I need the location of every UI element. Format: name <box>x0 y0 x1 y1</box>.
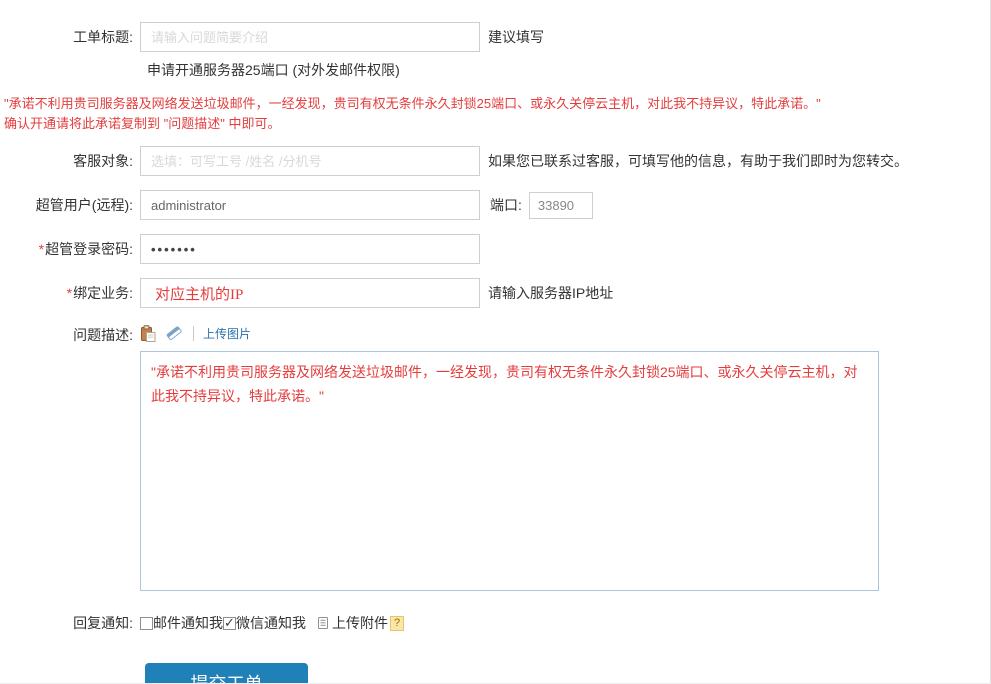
warning-line-1: "承诺不利用贵司服务器及网络发送垃圾邮件，一经发现，贵司有权无条件永久封锁25端… <box>4 94 990 114</box>
reply-notify-label: 回复通知: <box>0 613 140 633</box>
service-target-label: 客服对象: <box>0 151 140 171</box>
ticket-form-page: 工单标题: 建议填写 申请开通服务器25端口 (对外发邮件权限) "承诺不利用贵… <box>0 0 991 684</box>
ticket-title-row: 工单标题: 建议填写 <box>0 22 990 52</box>
attachment-list-icon <box>316 616 330 630</box>
description-toolbar: 上传图片 <box>140 322 879 344</box>
port-label: 端口: <box>490 195 522 215</box>
binding-business-hint: 请输入服务器IP地址 <box>488 283 613 303</box>
submit-ticket-button[interactable]: 提交工单 <box>145 663 308 684</box>
eraser-icon[interactable] <box>165 325 183 341</box>
service-target-hint: 如果您已联系过客服，可填写他的信息，有助于我们即时为您转交。 <box>488 151 908 171</box>
ticket-title-label: 工单标题: <box>0 27 140 47</box>
admin-password-input[interactable] <box>140 234 480 264</box>
paste-icon[interactable] <box>140 325 156 342</box>
upload-attachment-button[interactable]: 上传附件 ? <box>316 613 404 633</box>
wechat-notify-checkbox[interactable] <box>223 617 236 630</box>
required-asterisk: * <box>39 241 44 257</box>
email-notify-label: 邮件通知我 <box>153 613 223 633</box>
admin-password-label: *超管登录密码: <box>0 239 140 259</box>
admin-user-row: 超管用户(远程): 端口: <box>0 190 990 220</box>
warning-text: "承诺不利用贵司服务器及网络发送垃圾邮件，一经发现，贵司有权无条件永久封锁25端… <box>4 94 990 134</box>
help-icon[interactable]: ? <box>390 616 404 631</box>
service-target-row: 客服对象: 如果您已联系过客服，可填写他的信息，有助于我们即时为您转交。 <box>0 146 990 176</box>
reply-notify-row: 回复通知: 邮件通知我 微信通知我 上传附件 ? <box>0 613 990 633</box>
binding-business-row: *绑定业务: 请输入服务器IP地址 <box>0 278 990 308</box>
binding-business-input[interactable] <box>140 278 480 308</box>
required-asterisk: * <box>67 285 72 301</box>
admin-user-input[interactable] <box>140 190 480 220</box>
ticket-title-input[interactable] <box>140 22 480 52</box>
email-notify-checkbox[interactable] <box>140 617 153 630</box>
wechat-notify-label: 微信通知我 <box>236 613 306 633</box>
warning-line-2: 确认开通请将此承诺复制到 "问题描述" 中即可。 <box>4 114 990 134</box>
port-input[interactable] <box>529 192 593 219</box>
admin-password-row: *超管登录密码: <box>0 234 990 264</box>
description-textarea[interactable]: "承诺不利用贵司服务器及网络发送垃圾邮件，一经发现，贵司有权无条件永久封锁25端… <box>140 351 879 591</box>
upload-attachment-label: 上传附件 <box>332 613 388 633</box>
toolbar-divider <box>193 326 194 341</box>
upload-image-link[interactable]: 上传图片 <box>203 325 251 342</box>
binding-business-label: *绑定业务: <box>0 283 140 303</box>
service-target-input[interactable] <box>140 146 480 176</box>
description-area: 上传图片 "承诺不利用贵司服务器及网络发送垃圾邮件，一经发现，贵司有权无条件永久… <box>140 322 879 596</box>
admin-user-label: 超管用户(远程): <box>0 195 140 215</box>
ticket-title-hint: 建议填写 <box>488 27 544 47</box>
ticket-title-subtext: 申请开通服务器25端口 (对外发邮件权限) <box>147 60 990 80</box>
description-label: 问题描述: <box>0 325 140 345</box>
description-row: 问题描述: <box>0 322 990 596</box>
